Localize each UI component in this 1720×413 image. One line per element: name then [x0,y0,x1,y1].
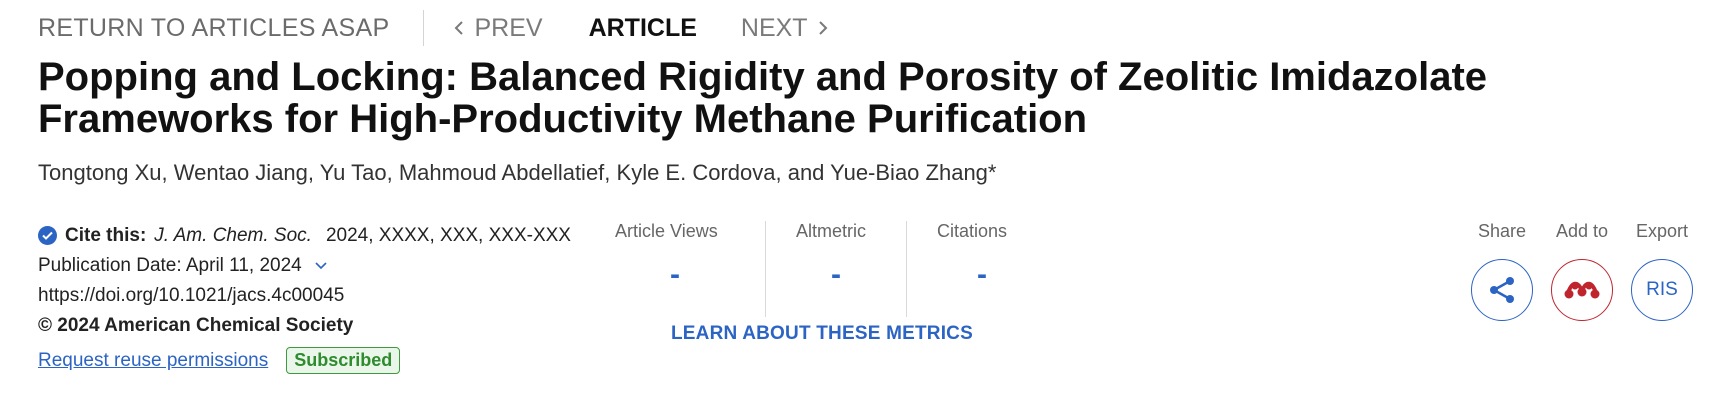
citation-details: 2024, XXXX, XXX, XXX-XXX [325,225,571,246]
metric-label: Altmetric [796,221,867,241]
mendeley-icon [1564,281,1600,299]
article-metrics: Article Views - Altmetric - Citations - [605,221,1057,317]
publication-date[interactable]: Publication Date: April 11, 2024 [38,251,578,281]
request-reuse-permissions-link[interactable]: Request reuse permissions [38,350,268,372]
export-action: Export RIS [1622,221,1702,321]
metric-value: - [670,258,680,291]
article-tab[interactable]: ARTICLE [589,14,697,43]
author-list: Tongtong Xu, Wentao Jiang, Yu Tao, Mahmo… [38,160,997,185]
next-label: NEXT [740,13,808,42]
next-article-link[interactable]: NEXT [741,14,828,43]
export-label: Export [1635,221,1689,241]
export-ris-label: RIS [1646,279,1678,300]
metric-article-views: Article Views - [605,221,765,317]
chevron-right-icon [818,21,827,35]
add-to-action: Add to [1542,221,1622,321]
doi-link[interactable]: https://doi.org/10.1021/jacs.4c00045 [38,281,578,311]
metric-label: Citations [937,221,1008,241]
metric-altmetric: Altmetric - [765,221,906,317]
add-to-mendeley-button[interactable] [1551,259,1613,321]
journal-name: J. Am. Chem. Soc. [154,225,312,246]
reuse-row: Request reuse permissions Subscribed [38,347,578,374]
prev-label: PREV [474,13,543,42]
article-title: Popping and Locking: Balanced Rigidity a… [38,55,1488,141]
cite-this-button[interactable]: Cite this: [65,221,146,251]
return-to-articles-link[interactable]: RETURN TO ARTICLES ASAP [38,14,389,43]
article-nav: RETURN TO ARTICLES ASAP PREV ARTICLE NEX… [38,8,828,48]
metric-value: - [977,258,987,291]
share-label: Share [1477,221,1527,241]
learn-about-metrics-link[interactable]: LEARN ABOUT THESE METRICS [671,323,973,345]
copyright-notice: © 2024 American Chemical Society [38,315,354,336]
share-action: Share [1462,221,1542,321]
metric-label: Article Views [615,221,718,241]
publication-date-text: Publication Date: April 11, 2024 [38,255,302,276]
metric-citations: Citations - [906,221,1057,317]
add-to-label: Add to [1555,221,1609,241]
cite-this-row: Cite this: J. Am. Chem. Soc. 2024, XXXX,… [38,221,578,251]
chevron-down-icon [315,262,327,270]
article-actions: Share Add to Export RIS [1462,221,1702,321]
check-circle-icon [38,226,57,245]
subscribed-badge: Subscribed [286,347,401,374]
share-icon [1490,277,1514,303]
prev-article-link[interactable]: PREV [454,13,543,43]
export-ris-button[interactable]: RIS [1631,259,1693,321]
metric-value: - [831,258,841,291]
nav-divider [423,10,425,46]
citation-meta: Cite this: J. Am. Chem. Soc. 2024, XXXX,… [38,221,578,374]
share-button[interactable] [1471,259,1533,321]
chevron-left-icon [455,21,464,35]
